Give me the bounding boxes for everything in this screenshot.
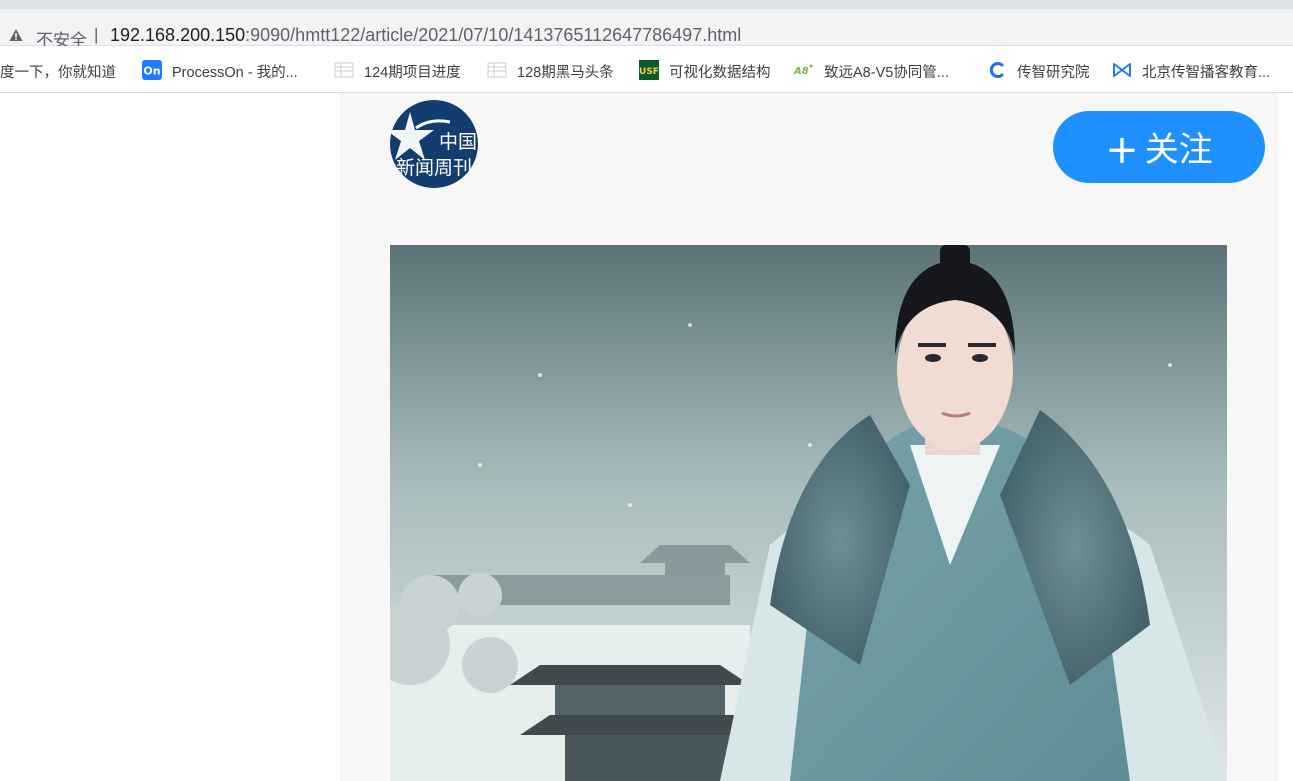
bookmark-label: 124期项目进度 — [364, 65, 461, 81]
bookmark-label: 度一下，你就知道 — [0, 65, 116, 81]
article-hero-image — [390, 245, 1227, 781]
chuanzhi-c-icon — [989, 62, 1004, 78]
address-bar: 不安全 | 192.168.200.150:9090/hmtt122/artic… — [0, 0, 1293, 50]
omnibox[interactable]: 不安全 | 192.168.200.150:9090/hmtt122/artic… — [0, 9, 1293, 50]
follow-label: 关注 — [1144, 129, 1213, 170]
warning-icon[interactable] — [9, 28, 23, 42]
page-right-margin — [1278, 93, 1293, 781]
spreadsheet-icon — [334, 62, 354, 78]
bookmark-label: 致远A8-V5协同管... — [824, 65, 949, 81]
follow-button[interactable]: + 关注 — [1053, 111, 1265, 183]
svg-text:On: On — [143, 65, 160, 78]
url-text[interactable]: 192.168.200.150:9090/hmtt122/article/202… — [110, 25, 741, 46]
bowtie-logo-icon — [1113, 63, 1131, 77]
plus-icon: + — [1105, 126, 1139, 173]
a8-icon: A8 — [794, 64, 813, 77]
processon-icon: On — [142, 60, 162, 80]
url-path: :9090/hmtt122/article/2021/07/10/1413765… — [245, 25, 742, 45]
logo-line1: 中国 — [439, 131, 477, 153]
url-host: 192.168.200.150 — [110, 25, 246, 45]
bookmarks-bar: 度一下，你就知道 On ProcessOn - 我的... 124期项目进度 1… — [0, 46, 1293, 93]
bookmark-label: 传智研究院 — [1017, 65, 1090, 81]
page-left-margin — [0, 93, 340, 781]
author-avatar[interactable]: 中国 新闻周刊 — [390, 100, 478, 188]
bookmark-label: 北京传智播客教育... — [1142, 65, 1271, 81]
bookmark-label: 可视化数据结构 — [669, 65, 771, 81]
logo-line2: 新闻周刊 — [396, 157, 472, 179]
usf-icon: USF — [639, 60, 659, 80]
svg-text:USF: USF — [639, 67, 659, 77]
url-separator: | — [94, 25, 99, 44]
spreadsheet-icon — [487, 62, 507, 78]
snowy-palace-portrait-image — [390, 245, 1227, 781]
bookmark-label: 128期黑马头条 — [517, 65, 614, 81]
svg-text:A8: A8 — [794, 66, 809, 77]
star-logo-icon: 中国 新闻周刊 — [390, 100, 478, 188]
bookmark-label: ProcessOn - 我的... — [172, 65, 298, 81]
